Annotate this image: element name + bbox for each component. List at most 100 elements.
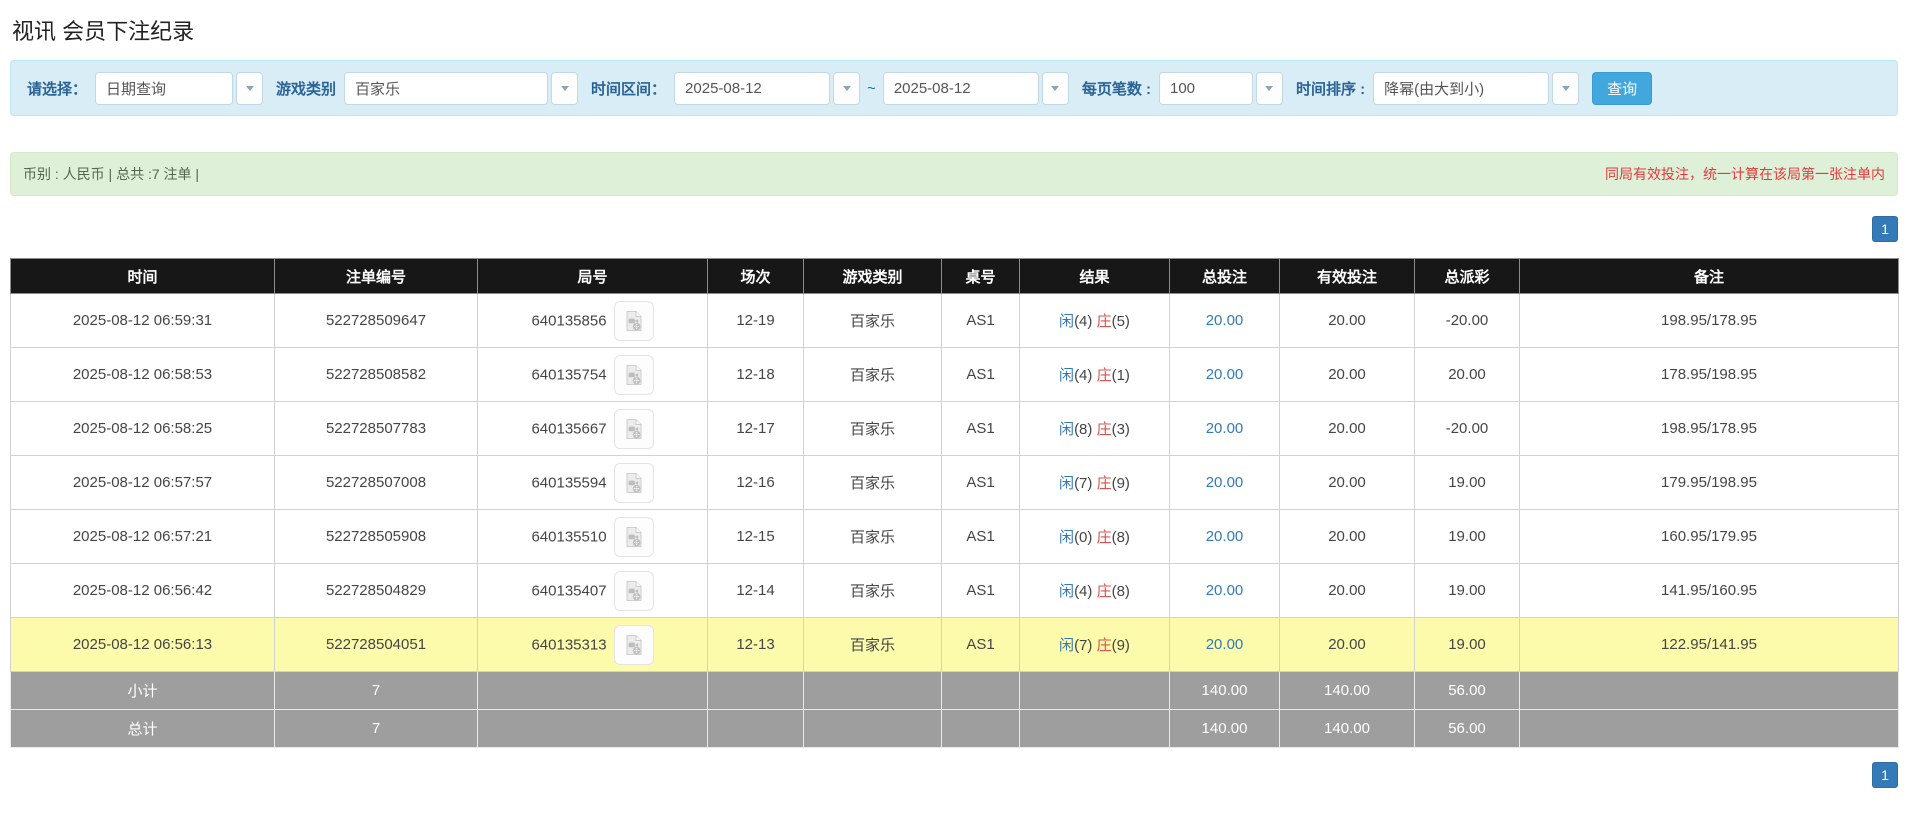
caret-down-icon xyxy=(561,86,569,91)
result-banker-score: (5) xyxy=(1112,313,1130,330)
header-valid-bet: 有效投注 xyxy=(1280,259,1415,294)
result-player-score: (8) xyxy=(1074,421,1092,438)
result-banker-score: (9) xyxy=(1112,637,1130,654)
page-1-button[interactable]: 1 xyxy=(1872,762,1898,788)
total-payout: 56.00 xyxy=(1415,710,1520,748)
cell-result: 闲(8) 庄(3) xyxy=(1020,402,1170,456)
search-button[interactable]: 查询 xyxy=(1592,72,1652,105)
result-player-label: 闲 xyxy=(1059,583,1074,600)
cell-game-type: 百家乐 xyxy=(804,564,942,618)
date-to-combo xyxy=(883,72,1069,105)
cell-time: 2025-08-12 06:59:31 xyxy=(11,294,275,348)
table-row: 2025-08-12 06:57:57 522728507008 6401355… xyxy=(11,456,1899,510)
result-banker-label: 庄 xyxy=(1097,475,1112,492)
date-to-dropdown-button[interactable] xyxy=(1042,72,1069,105)
cell-table-no: AS1 xyxy=(942,348,1020,402)
records-table: 时间 注单编号 局号 场次 游戏类别 桌号 结果 总投注 有效投注 总派彩 备注… xyxy=(10,258,1899,748)
subtotal-valid-bet: 140.00 xyxy=(1280,672,1415,710)
page-size-label: 每页笔数 : xyxy=(1082,78,1151,99)
header-remark: 备注 xyxy=(1520,259,1899,294)
game-type-dropdown-button[interactable] xyxy=(551,72,578,105)
total-bet-link[interactable]: 20.00 xyxy=(1206,636,1244,653)
cell-time: 2025-08-12 06:58:25 xyxy=(11,402,275,456)
subtotal-label: 小计 xyxy=(11,672,275,710)
result-player-label: 闲 xyxy=(1059,313,1074,330)
total-bet-link[interactable]: 20.00 xyxy=(1206,420,1244,437)
video-replay-button[interactable] xyxy=(614,409,654,449)
cell-payout: -20.00 xyxy=(1415,402,1520,456)
video-replay-button[interactable] xyxy=(614,517,654,557)
cell-remark: 179.95/198.95 xyxy=(1520,456,1899,510)
sort-input[interactable] xyxy=(1373,72,1549,105)
caret-down-icon xyxy=(246,86,254,91)
cell-payout: 20.00 xyxy=(1415,348,1520,402)
result-banker-score: (9) xyxy=(1112,475,1130,492)
cell-payout: 19.00 xyxy=(1415,510,1520,564)
cell-total-bet: 20.00 xyxy=(1170,348,1280,402)
video-replay-button[interactable] xyxy=(614,355,654,395)
total-bet-link[interactable]: 20.00 xyxy=(1206,582,1244,599)
cell-time: 2025-08-12 06:56:13 xyxy=(11,618,275,672)
table-row: 2025-08-12 06:58:53 522728508582 6401357… xyxy=(11,348,1899,402)
caret-down-icon xyxy=(1562,86,1570,91)
total-empty xyxy=(1020,710,1170,748)
cell-game-type: 百家乐 xyxy=(804,618,942,672)
cell-session: 12-17 xyxy=(708,402,804,456)
video-replay-button[interactable] xyxy=(614,463,654,503)
date-from-input[interactable] xyxy=(674,72,830,105)
select-mode-dropdown-button[interactable] xyxy=(236,72,263,105)
result-player-score: (4) xyxy=(1074,367,1092,384)
select-mode-combo xyxy=(95,72,263,105)
total-bet-link[interactable]: 20.00 xyxy=(1206,528,1244,545)
total-bet-link[interactable]: 20.00 xyxy=(1206,366,1244,383)
cell-remark: 160.95/179.95 xyxy=(1520,510,1899,564)
page-size-dropdown-button[interactable] xyxy=(1256,72,1283,105)
cell-payout: 19.00 xyxy=(1415,456,1520,510)
result-banker-label: 庄 xyxy=(1097,367,1112,384)
total-empty xyxy=(942,710,1020,748)
result-player-score: (0) xyxy=(1074,529,1092,546)
date-to-input[interactable] xyxy=(883,72,1039,105)
subtotal-row: 小计 7 140.00 140.00 56.00 xyxy=(11,672,1899,710)
cell-table-no: AS1 xyxy=(942,618,1020,672)
result-banker-label: 庄 xyxy=(1097,529,1112,546)
game-type-input[interactable] xyxy=(344,72,548,105)
total-bet-link[interactable]: 20.00 xyxy=(1206,474,1244,491)
video-replay-button[interactable] xyxy=(614,301,654,341)
video-record-icon xyxy=(622,363,646,387)
cell-remark: 198.95/178.95 xyxy=(1520,294,1899,348)
page: 视讯 会员下注纪录 请选择： 游戏类别 时间区间： ~ 每页笔数 : 时间排序 … xyxy=(0,0,1908,788)
total-bet-link[interactable]: 20.00 xyxy=(1206,312,1244,329)
result-player-score: (4) xyxy=(1074,583,1092,600)
result-player-score: (7) xyxy=(1074,475,1092,492)
video-replay-button[interactable] xyxy=(614,571,654,611)
sort-label: 时间排序 : xyxy=(1296,78,1365,99)
sort-dropdown-button[interactable] xyxy=(1552,72,1579,105)
pagination-bottom: 1 xyxy=(10,762,1898,788)
page-1-button[interactable]: 1 xyxy=(1872,216,1898,242)
result-banker-label: 庄 xyxy=(1097,421,1112,438)
cell-payout: 19.00 xyxy=(1415,618,1520,672)
cell-round-id: 640135754 xyxy=(478,348,708,402)
select-mode-label: 请选择： xyxy=(27,78,87,99)
date-from-dropdown-button[interactable] xyxy=(833,72,860,105)
total-empty xyxy=(708,710,804,748)
table-row: 2025-08-12 06:56:13 522728504051 6401353… xyxy=(11,618,1899,672)
result-banker-score: (1) xyxy=(1112,367,1130,384)
date-range-tilde: ~ xyxy=(867,80,876,97)
cell-valid-bet: 20.00 xyxy=(1280,510,1415,564)
cell-bet-id: 522728509647 xyxy=(275,294,478,348)
subtotal-empty xyxy=(942,672,1020,710)
cell-round-id: 640135856 xyxy=(478,294,708,348)
table-header: 时间 注单编号 局号 场次 游戏类别 桌号 结果 总投注 有效投注 总派彩 备注 xyxy=(11,259,1899,294)
cell-game-type: 百家乐 xyxy=(804,510,942,564)
header-game-type: 游戏类别 xyxy=(804,259,942,294)
cell-remark: 198.95/178.95 xyxy=(1520,402,1899,456)
cell-session: 12-19 xyxy=(708,294,804,348)
cell-remark: 122.95/141.95 xyxy=(1520,618,1899,672)
video-replay-button[interactable] xyxy=(614,625,654,665)
cell-bet-id: 522728504829 xyxy=(275,564,478,618)
select-mode-input[interactable] xyxy=(95,72,233,105)
page-size-input[interactable] xyxy=(1159,72,1253,105)
cell-total-bet: 20.00 xyxy=(1170,618,1280,672)
